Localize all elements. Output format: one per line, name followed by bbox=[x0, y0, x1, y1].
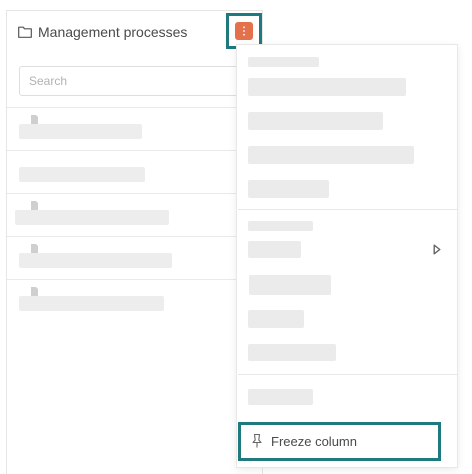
menu-item-submenu[interactable] bbox=[248, 241, 301, 258]
document-icon bbox=[31, 287, 38, 296]
freeze-column-label: Freeze column bbox=[271, 434, 357, 449]
menu-item[interactable] bbox=[249, 275, 331, 295]
menu-item[interactable] bbox=[248, 146, 414, 164]
menu-separator bbox=[238, 209, 457, 210]
menu-item[interactable] bbox=[248, 344, 336, 361]
process-panel: Management processes bbox=[6, 10, 269, 474]
list-item[interactable] bbox=[7, 108, 262, 150]
list-item[interactable] bbox=[7, 237, 262, 279]
list-item-label bbox=[15, 210, 169, 225]
options-dropdown bbox=[236, 44, 458, 468]
panel-title: Management processes bbox=[38, 24, 188, 40]
search-input[interactable] bbox=[19, 66, 269, 96]
menu-item[interactable] bbox=[248, 389, 313, 405]
panel-header: Management processes bbox=[7, 11, 262, 55]
list-item[interactable] bbox=[7, 280, 262, 322]
list-item-label bbox=[19, 296, 164, 311]
list-item[interactable] bbox=[7, 151, 262, 193]
more-options-button[interactable] bbox=[235, 22, 253, 40]
submenu-arrow-icon bbox=[433, 244, 441, 255]
menu-section-header bbox=[248, 57, 319, 67]
page: Management processes Search Freeze colum… bbox=[0, 0, 472, 474]
folder-icon bbox=[18, 26, 32, 38]
document-icon bbox=[31, 115, 38, 124]
document-icon bbox=[31, 201, 38, 210]
list-item-label bbox=[19, 167, 145, 182]
menu-separator bbox=[238, 374, 457, 375]
document-icon bbox=[31, 244, 38, 253]
menu-item[interactable] bbox=[248, 112, 383, 130]
kebab-menu-icon bbox=[243, 26, 245, 36]
list-item-label bbox=[19, 124, 142, 139]
freeze-column-menu-item[interactable]: Freeze column bbox=[238, 422, 441, 461]
menu-section-header bbox=[248, 221, 313, 231]
menu-item[interactable] bbox=[248, 78, 406, 96]
list-item[interactable] bbox=[7, 194, 262, 236]
list-item-label bbox=[19, 253, 172, 268]
menu-item[interactable] bbox=[248, 180, 329, 198]
menu-item[interactable] bbox=[248, 310, 304, 328]
pin-icon bbox=[252, 433, 262, 448]
